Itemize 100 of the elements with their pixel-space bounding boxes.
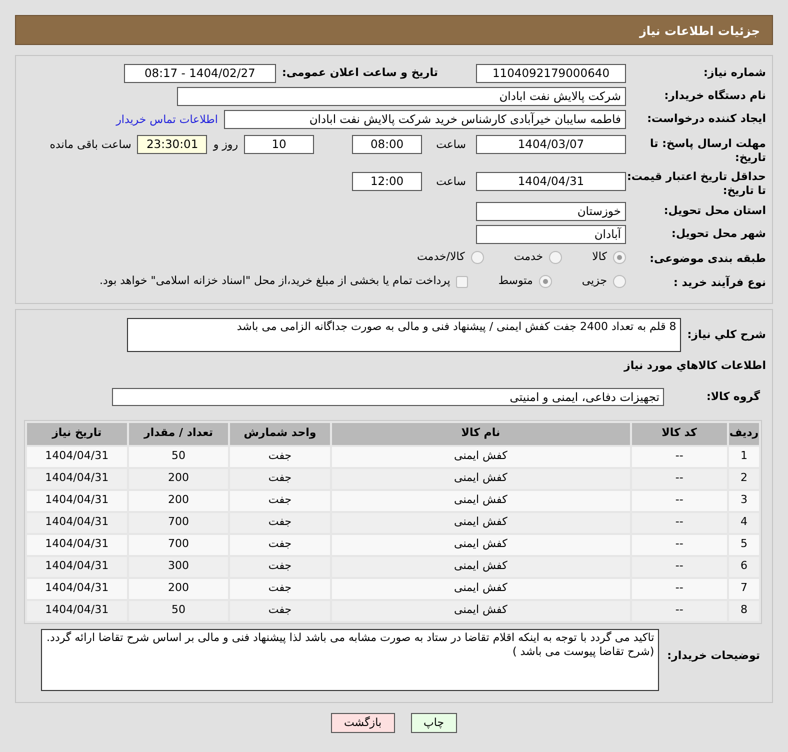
table-cell: 1404/04/31 (27, 578, 127, 599)
table-cell: -- (632, 556, 728, 577)
table-cell: 300 (128, 556, 228, 577)
table-cell: -- (632, 578, 728, 599)
table-cell: جفت (230, 556, 330, 577)
table-cell: 6 (729, 556, 759, 577)
option-label: کالا (592, 249, 607, 266)
table-cell: 200 (128, 578, 228, 599)
section-title: اطلاعات کالاهاي مورد نياز (624, 358, 766, 374)
time-label: ساعت (435, 174, 467, 190)
field-label: توضیحات خریدار: (666, 648, 761, 663)
table-cell: جفت (230, 446, 330, 467)
table-cell: 700 (128, 534, 228, 555)
option-label: پرداخت تمام یا بخشی از مبلغ خرید،از محل "اسناد خزانه اسلامی" خواهد بود. (100, 273, 450, 290)
field-label: شماره نیاز: (702, 65, 766, 80)
table-cell: کفش ایمنی (332, 512, 630, 533)
table-cell: -- (632, 490, 728, 511)
field-label: مهلت ارسال پاسخ: تا تاریخ: (649, 136, 766, 166)
table-cell: -- (632, 600, 728, 621)
field-label: شرح کلي نياز: (686, 326, 766, 342)
value-field: 10 (244, 134, 314, 154)
days-label: روز و (212, 136, 240, 153)
field-label: ایجاد کننده درخواست: (646, 111, 766, 126)
table-cell: 1404/04/31 (27, 512, 127, 533)
column-header: واحد شمارش (230, 422, 330, 445)
value-field: آبادان (476, 224, 626, 244)
field-label: استان محل تحویل: (662, 202, 766, 218)
field-label: نام دستگاه خریدار: (663, 88, 766, 104)
option-label: کالا/خدمت (417, 249, 465, 266)
table-cell: 1 (729, 446, 759, 467)
table-cell: 1404/04/31 (27, 534, 127, 555)
value-field: 1404/02/27 - 08:17 (124, 64, 276, 83)
table-cell: کفش ایمنی (332, 490, 630, 511)
table-cell: 1404/04/31 (27, 556, 127, 577)
table-cell: 1404/04/31 (27, 468, 127, 489)
column-header: کد کالا (632, 422, 728, 445)
print-button[interactable]: چاپ (410, 712, 458, 733)
table-cell: کفش ایمنی (332, 446, 630, 467)
option-label: خدمت (514, 249, 544, 266)
value-field: 1404/03/07 (476, 134, 626, 154)
table-cell: جفت (230, 578, 330, 599)
radio-button[interactable] (613, 275, 626, 288)
table-cell: -- (632, 468, 728, 489)
table-cell: جفت (230, 512, 330, 533)
table-cell: 1404/04/31 (27, 490, 127, 511)
table-cell: کفش ایمنی (332, 468, 630, 489)
table-cell: 8 (729, 600, 759, 621)
value-field: 12:00 (352, 172, 422, 192)
table-cell: -- (632, 534, 728, 555)
column-header: تاریخ نیاز (27, 422, 127, 445)
value-field: 1104092179000640 (476, 64, 626, 83)
value-field: تجهیزات دفاعی، ایمنی و امنیتی (112, 388, 664, 406)
back-button[interactable]: بازگشت (330, 712, 395, 733)
value-field: 1404/04/31 (476, 172, 626, 192)
table-cell: 700 (128, 512, 228, 533)
table-cell: 1404/04/31 (27, 446, 127, 467)
radio-button[interactable] (549, 251, 562, 264)
field-label: گروه کالا: (705, 388, 761, 404)
table-cell: کفش ایمنی (332, 600, 630, 621)
table-cell: 50 (128, 600, 228, 621)
time-label: ساعت (435, 136, 467, 152)
description-box: 8 قلم به تعداد 2400 جفت کفش ایمنی / پیشنهاد فنی و مالی به صورت جداگانه الزامی می باشد (127, 318, 682, 352)
table-cell: 4 (729, 512, 759, 533)
field-label: شهر محل تحویل: (670, 226, 766, 241)
table-cell: کفش ایمنی (332, 556, 630, 577)
table-cell: -- (632, 512, 728, 533)
value-field: شرکت پالایش نفت ابادان (177, 87, 626, 106)
table-cell: 3 (729, 490, 759, 511)
table-cell: جفت (230, 600, 330, 621)
table-cell: 50 (128, 446, 228, 467)
table-cell: -- (632, 446, 728, 467)
radio-button[interactable] (470, 251, 484, 264)
table-cell: جفت (230, 490, 330, 511)
contact-link[interactable]: اطلاعات تماس خریدار (110, 110, 224, 130)
field-label: طبقه بندی موضوعی: (648, 250, 766, 266)
table-cell: کفش ایمنی (332, 578, 630, 599)
field-label: حداقل تاریخ اعتبار قیمت: تا تاریخ: (626, 169, 766, 199)
radio-button[interactable] (613, 251, 626, 264)
table-cell: جفت (230, 534, 330, 555)
option-label: جزیی (582, 273, 607, 290)
value-field: خوزستان (476, 202, 626, 221)
column-header: تعداد / مقدار (128, 422, 228, 445)
field-label: تاریخ و ساعت اعلان عمومی: (280, 65, 438, 80)
column-header: ردیف (729, 422, 759, 445)
remaining-label: ساعت باقی مانده (48, 136, 132, 152)
table-cell: کفش ایمنی (332, 534, 630, 555)
checkbox[interactable] (456, 276, 468, 288)
option-label: متوسط (498, 273, 533, 290)
table-cell: 2 (729, 468, 759, 489)
radio-button[interactable] (538, 275, 552, 288)
column-header: نام کالا (332, 422, 630, 445)
table-cell: جفت (230, 468, 330, 489)
value-field: فاطمه سایبان خیرآبادی کارشناس خرید شرکت پالایش نفت ابادان (224, 110, 626, 129)
field-label: نوع فرآیند خرید : (672, 274, 766, 290)
table-cell: 200 (128, 490, 228, 511)
table-cell: 1404/04/31 (27, 600, 127, 621)
value-field: 08:00 (352, 134, 422, 154)
page-header: جزئیات اطلاعات نیاز (15, 15, 773, 45)
countdown-field: 23:30:01 (137, 134, 208, 154)
table-cell: 5 (729, 534, 759, 555)
